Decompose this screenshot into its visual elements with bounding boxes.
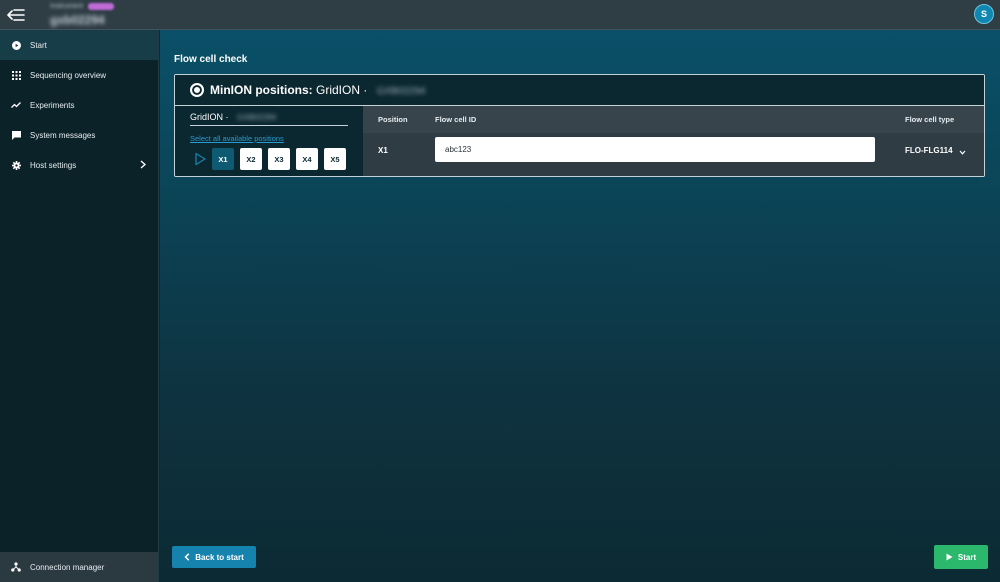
- position-button-x2[interactable]: X2: [240, 148, 262, 170]
- user-avatar[interactable]: S: [974, 4, 994, 24]
- flow-cell-type-dropdown[interactable]: FLO-FLG114: [905, 146, 966, 155]
- position-button-x1[interactable]: X1: [212, 148, 234, 170]
- column-header-flow-cell-id: Flow cell ID: [435, 115, 477, 124]
- position-buttons: X1 X2 X3 X4 X5: [193, 148, 352, 170]
- host-status-badge: [88, 3, 114, 10]
- back-to-start-label: Back to start: [195, 552, 244, 562]
- position-button-x3[interactable]: X3: [268, 148, 290, 170]
- host-name: gxb02294: [50, 13, 105, 27]
- card-header: MinION positions: GridION · GXB02294: [175, 75, 984, 106]
- sidebar-item-sequencing-overview[interactable]: Sequencing overview: [0, 60, 158, 90]
- sidebar-item-label: System messages: [30, 130, 96, 140]
- network-icon: [11, 562, 21, 572]
- play-circle-icon: [11, 40, 21, 50]
- start-button[interactable]: Start: [934, 545, 988, 569]
- sidebar: Start Sequencing overview Experiments Sy…: [0, 30, 159, 582]
- device-serial: GXB02294: [237, 113, 277, 122]
- flow-cell-table: Position Flow cell ID Flow cell type X1 …: [363, 106, 984, 176]
- play-outline-icon[interactable]: [193, 152, 207, 166]
- chevron-down-icon: [959, 148, 966, 155]
- position-button-x4[interactable]: X4: [296, 148, 318, 170]
- device-name: GridION ·: [190, 112, 229, 122]
- card-title-bold: MinION positions:: [210, 83, 313, 97]
- column-header-position: Position: [378, 115, 408, 124]
- sidebar-item-start[interactable]: Start: [0, 30, 158, 60]
- menu-toggle-icon[interactable]: [7, 8, 25, 22]
- page-title: Flow cell check: [174, 54, 248, 65]
- chevron-right-icon: [140, 160, 147, 171]
- flow-cell-type-value: FLO-FLG114: [905, 146, 953, 155]
- device-label: GridION · GXB02294: [190, 112, 348, 126]
- host-type-label: Instrument: [50, 3, 84, 10]
- sidebar-item-label: Start: [30, 40, 47, 50]
- sidebar-item-system-messages[interactable]: System messages: [0, 120, 158, 150]
- select-all-positions-link[interactable]: Select all available positions: [190, 134, 284, 143]
- connection-manager-button[interactable]: Connection manager: [0, 552, 158, 582]
- chevron-left-icon: [184, 553, 190, 561]
- card-title-device: GridION ·: [316, 83, 368, 97]
- flow-cell-card: MinION positions: GridION · GXB02294 Gri…: [174, 74, 985, 177]
- top-bar: Instrument gxb02294 S: [0, 0, 1000, 30]
- column-header-flow-cell-type: Flow cell type: [905, 115, 955, 124]
- gear-icon: [11, 160, 21, 170]
- connection-manager-label: Connection manager: [30, 562, 105, 572]
- back-to-start-button[interactable]: Back to start: [172, 546, 256, 568]
- grid-icon: [11, 70, 21, 80]
- play-icon: [946, 553, 953, 561]
- message-icon: [11, 130, 21, 140]
- sidebar-item-label: Experiments: [30, 100, 75, 110]
- position-button-x5[interactable]: X5: [324, 148, 346, 170]
- main-content: Flow cell check MinION positions: GridIO…: [160, 30, 1000, 582]
- card-title-serial: GXB02294: [376, 86, 426, 97]
- start-label: Start: [957, 552, 977, 562]
- sidebar-item-host-settings[interactable]: Host settings: [0, 150, 158, 180]
- position-selector: GridION · GXB02294 Select all available …: [175, 106, 363, 176]
- trend-line-icon: [11, 100, 21, 110]
- sidebar-item-experiments[interactable]: Experiments: [0, 90, 158, 120]
- sidebar-item-label: Host settings: [30, 160, 77, 170]
- sidebar-item-label: Sequencing overview: [30, 70, 107, 80]
- flow-cell-id-input[interactable]: [435, 137, 875, 162]
- device-select-radio[interactable]: [190, 83, 204, 97]
- card-title: MinION positions: GridION · GXB02294: [210, 83, 426, 97]
- row-position: X1: [378, 146, 388, 155]
